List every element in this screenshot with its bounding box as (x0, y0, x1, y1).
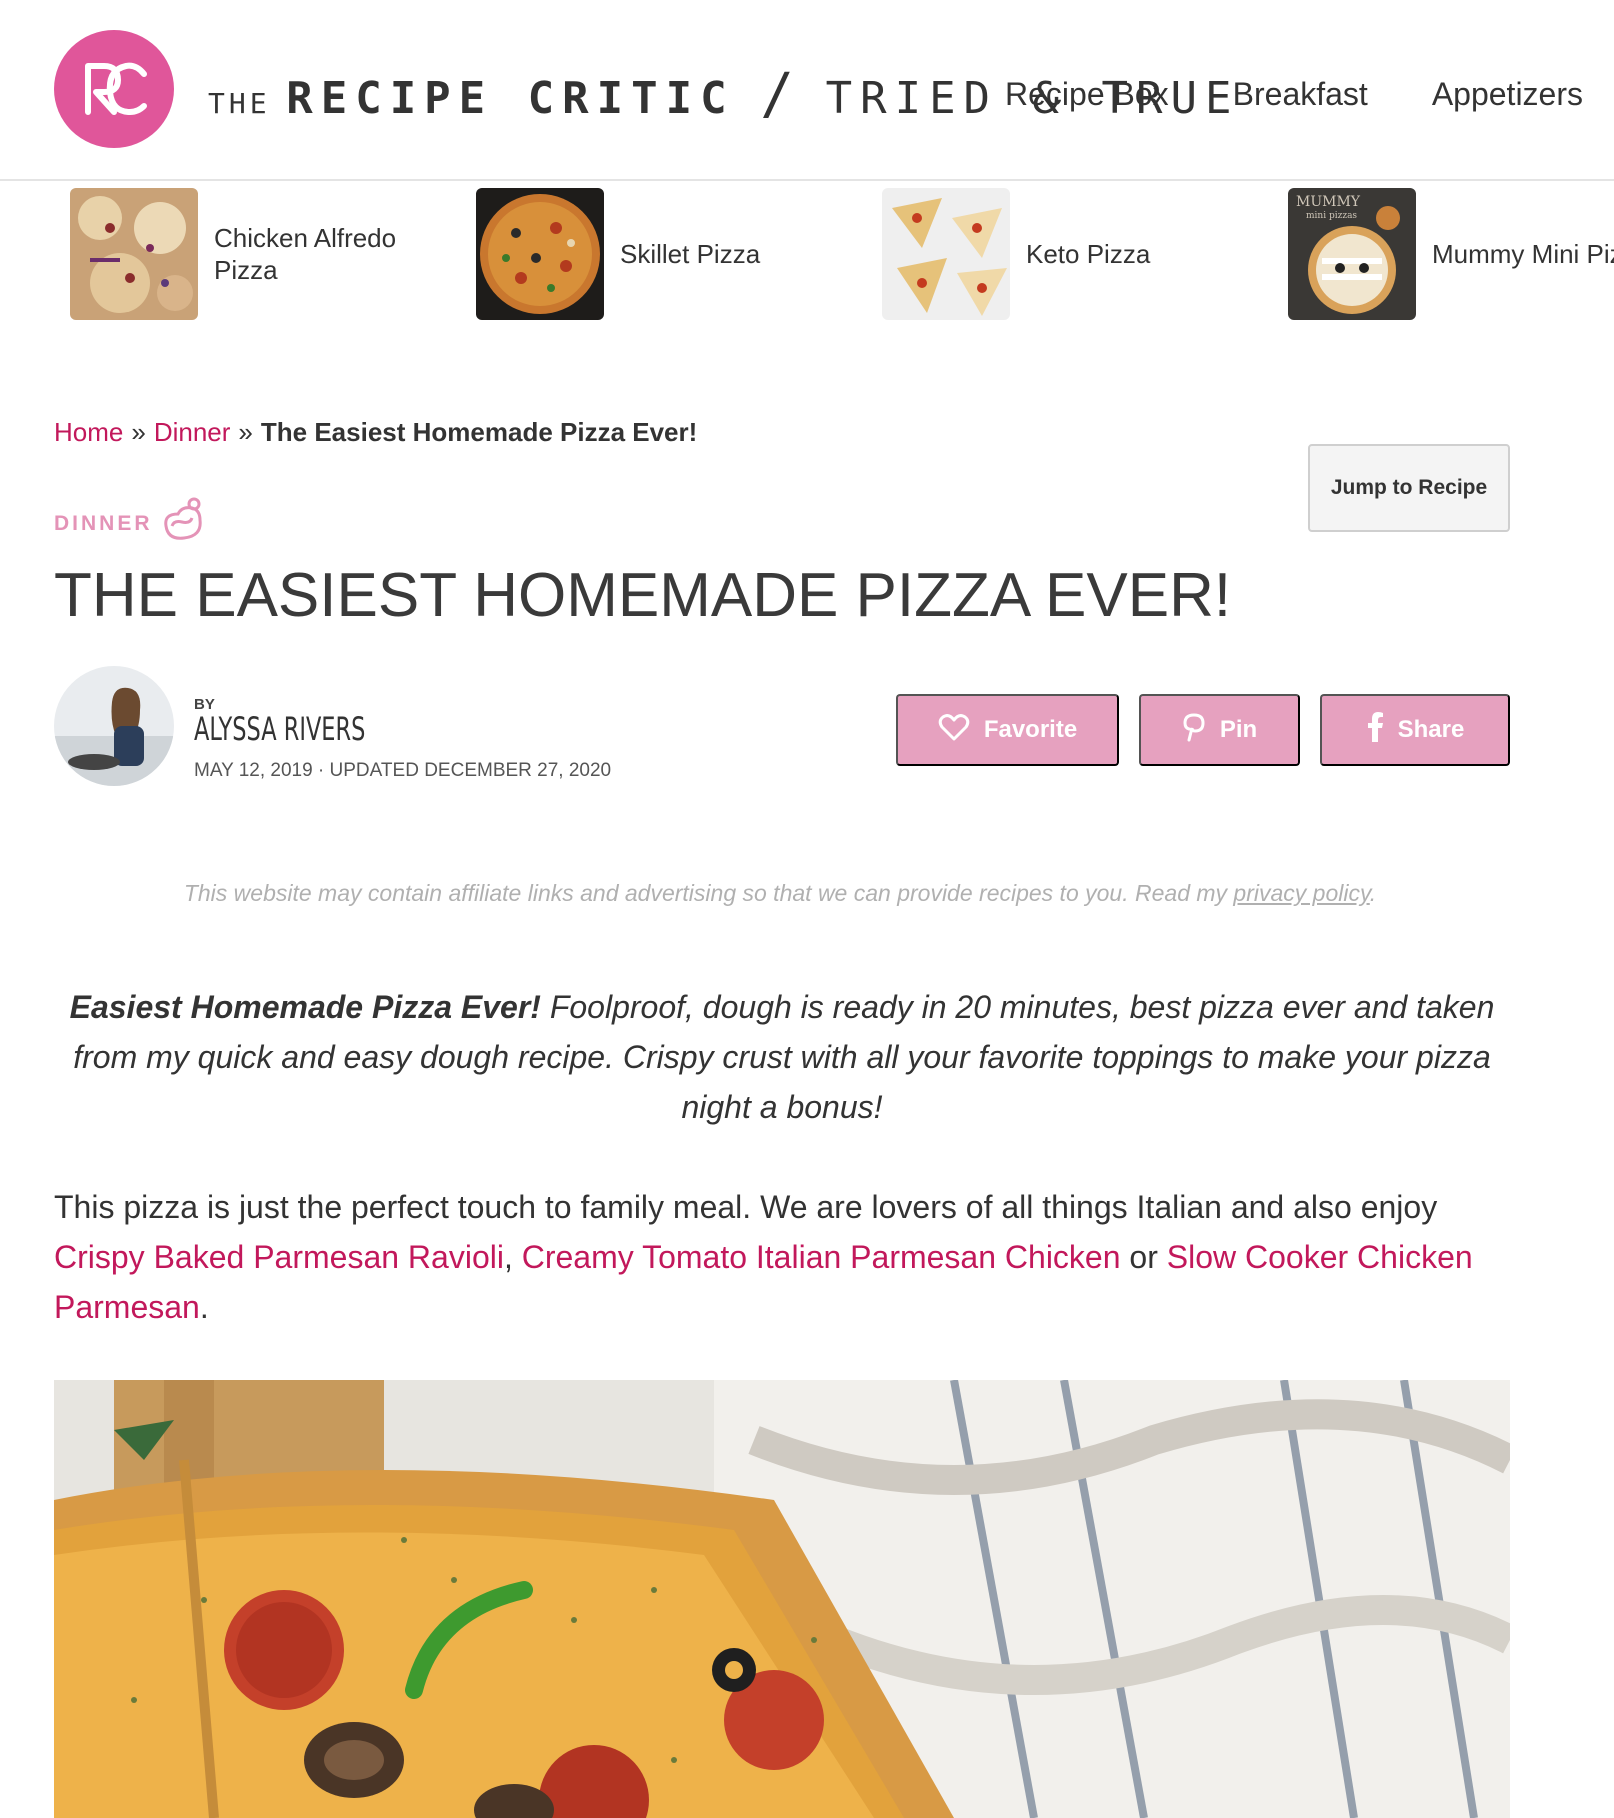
breadcrumb: Home» Dinner» The Easiest Homemade Pizza E… (54, 417, 697, 448)
related-thumb: MUMMY mini pizzas (1288, 188, 1416, 320)
related-item-keto-pizza[interactable]: Keto Pizza (882, 188, 1150, 320)
logo-the: THE (208, 87, 271, 120)
svg-text:MUMMY: MUMMY (1296, 194, 1361, 210)
heart-icon (938, 712, 970, 749)
breadcrumb-current: The Easiest Homemade Pizza Ever! (260, 417, 698, 447)
author-avatar[interactable] (54, 666, 174, 786)
pizza-category-icon (160, 496, 206, 544)
category-label[interactable]: DINNER (54, 512, 153, 536)
related-label: Keto Pizza (1026, 239, 1151, 269)
logo-slash: / (760, 62, 800, 127)
nav-recipe-box[interactable]: Recipe Box (1005, 76, 1169, 113)
related-item-mummy-mini-pizzas[interactable]: MUMMY mini pizzas Mummy Mini Pizzas (1288, 188, 1614, 320)
main-nav: Recipe Box Breakfast Appetizers (1005, 76, 1583, 113)
affiliate-disclaimer: This website may contain affiliate links… (183, 880, 1377, 906)
related-label: Skillet Pizza (620, 239, 761, 269)
jump-to-recipe-button[interactable]: Jump to Recipe (1308, 444, 1510, 532)
breadcrumb-separator: » (131, 417, 146, 447)
link-creamy-tomato-italian-parmesan-chicken[interactable]: Creamy Tomato Italian Parmesan Chicken (522, 1239, 1121, 1275)
rc-logo-icon[interactable] (54, 30, 174, 148)
related-thumb (882, 188, 1010, 320)
page-title: THE EASIEST HOMEMADE PIZZA EVER! (54, 561, 1232, 630)
link-crispy-baked-parmesan-ravioli[interactable]: Crispy Baked Parmesan Ravioli (54, 1239, 504, 1275)
related-thumb (476, 188, 604, 320)
breadcrumb-home[interactable]: Home (54, 417, 123, 447)
logo-name: RECIPE CRITIC (286, 73, 735, 124)
author-name[interactable]: ALYSSA RIVERS (194, 710, 365, 748)
favorite-button[interactable]: Favorite (896, 694, 1119, 766)
body-paragraph: This pizza is just the perfect touch to … (54, 1189, 1473, 1325)
svg-text:mini pizzas: mini pizzas (1306, 211, 1357, 221)
pin-label: Pin (1219, 716, 1258, 743)
related-item-chicken-alfredo-pizza[interactable]: Chicken Alfredo Pizza (70, 188, 396, 320)
related-recipes-strip: Chicken Alfredo Pizza Skillet Pizza Keto… (70, 188, 1614, 320)
pin-button[interactable]: Pin (1139, 694, 1300, 766)
share-label: Share (1397, 716, 1465, 743)
post-dates: MAY 12, 2019 · UPDATED DECEMBER 27, 2020 (194, 760, 612, 781)
related-label: Mummy Mini Pizzas (1432, 239, 1614, 269)
facebook-icon (1366, 711, 1384, 749)
related-label: Chicken Alfredo Pizza (214, 223, 397, 285)
nav-breakfast[interactable]: Breakfast (1233, 76, 1368, 113)
related-item-skillet-pizza[interactable]: Skillet Pizza (476, 188, 760, 320)
related-thumb (70, 188, 198, 320)
pinterest-icon (1182, 712, 1206, 749)
recipe-intro: Easiest Homemade Pizza Ever! Foolproof, … (62, 982, 1502, 1132)
breadcrumb-dinner[interactable]: Dinner (154, 417, 231, 447)
nav-appetizers[interactable]: Appetizers (1432, 76, 1583, 113)
share-button[interactable]: Share (1320, 694, 1510, 766)
intro-bold: Easiest Homemade Pizza Ever! (69, 989, 541, 1025)
privacy-policy-link[interactable]: privacy policy (1233, 880, 1369, 906)
breadcrumb-separator: » (238, 417, 253, 447)
hero-pizza-image (54, 1380, 1510, 1818)
site-header: THE RECIPE CRITIC / TRIED & TRUE Recipe … (0, 0, 1614, 181)
favorite-label: Favorite (983, 716, 1078, 743)
